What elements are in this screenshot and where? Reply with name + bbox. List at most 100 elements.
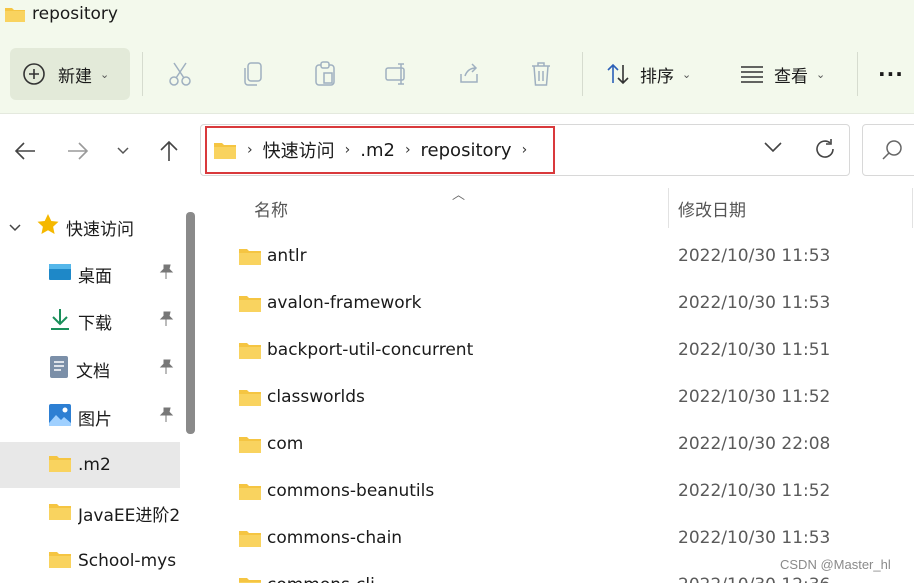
file-date: 2022/10/30 11:53 <box>678 528 831 548</box>
breadcrumb-item[interactable]: repository <box>421 140 512 161</box>
file-name: commons-chain <box>267 528 403 548</box>
sidebar-item-javaee[interactable]: JavaEE进阶2 <box>0 490 180 536</box>
breadcrumb-separator-icon: › <box>344 142 351 158</box>
breadcrumb-item[interactable]: .m2 <box>360 140 395 161</box>
folder-icon <box>48 501 72 525</box>
sidebar-item-label: School-mys <box>78 551 177 571</box>
file-name: com <box>267 434 304 454</box>
share-icon[interactable] <box>456 60 482 88</box>
breadcrumb-item[interactable]: 快速访问 <box>263 137 335 163</box>
sidebar-item-quick-access[interactable]: 快速访问 <box>0 204 180 250</box>
column-divider[interactable] <box>912 188 913 228</box>
window-title-bar: repository <box>0 0 914 28</box>
file-name: antlr <box>267 246 307 266</box>
sidebar-item-documents[interactable]: 文档 <box>0 346 180 392</box>
file-date: 2022/10/30 11:51 <box>678 340 831 360</box>
watermark: CSDN @Master_hl <box>780 557 891 572</box>
list-item[interactable]: classworlds 2022/10/30 11:52 <box>206 375 914 422</box>
chevron-down-icon: ⌄ <box>100 67 110 81</box>
folder-icon <box>238 434 262 458</box>
expand-chevron-icon[interactable] <box>8 218 22 237</box>
recent-locations-chevron-icon[interactable] <box>110 138 136 164</box>
toolbar-divider <box>142 52 143 96</box>
pin-icon[interactable] <box>158 264 174 284</box>
folder-icon <box>238 293 262 317</box>
column-header-date[interactable]: 修改日期 <box>678 196 746 221</box>
sidebar-item-label: 桌面 <box>78 266 112 287</box>
breadcrumb-separator-icon[interactable]: › <box>522 142 528 158</box>
search-icon <box>881 139 903 165</box>
sidebar-item-m2[interactable]: .m2 <box>0 442 180 488</box>
list-item[interactable]: commons-beanutils 2022/10/30 11:52 <box>206 469 914 516</box>
breadcrumb-separator-icon: › <box>247 142 253 158</box>
forward-arrow-icon[interactable] <box>65 138 91 164</box>
list-item[interactable]: avalon-framework 2022/10/30 11:53 <box>206 281 914 328</box>
folder-icon <box>238 340 262 364</box>
file-list: ︿ 名称 修改日期 antlr 2022/10/30 11:53 avalon-… <box>206 186 914 583</box>
sort-button[interactable]: 排序 ⌄ <box>606 58 691 90</box>
refresh-icon[interactable] <box>813 137 837 165</box>
breadcrumb: › 快速访问 › .m2 › repository › <box>205 126 555 174</box>
sidebar-item-school[interactable]: School-mys <box>0 538 180 583</box>
view-button-label: 查看 <box>774 66 808 87</box>
chevron-down-icon: ⌄ <box>816 67 826 81</box>
file-name: commons-cli <box>267 575 375 583</box>
sidebar-item-desktop[interactable]: 桌面 <box>0 251 180 297</box>
column-header-name[interactable]: 名称 <box>254 196 288 221</box>
folder-icon <box>48 453 72 477</box>
view-button[interactable]: 查看 ⌄ <box>740 58 825 90</box>
desktop-icon <box>48 262 72 286</box>
up-arrow-icon[interactable] <box>156 138 182 164</box>
column-divider[interactable] <box>668 188 669 228</box>
file-date: 2022/10/30 11:53 <box>678 293 831 313</box>
file-date: 2022/10/30 11:53 <box>678 246 831 266</box>
pin-icon[interactable] <box>158 407 174 427</box>
sidebar-item-label: 下载 <box>78 313 112 334</box>
list-item[interactable]: commons-chain 2022/10/30 11:53 <box>206 516 914 563</box>
sidebar-item-label: .m2 <box>78 455 111 475</box>
more-options-button[interactable]: ··· <box>878 62 904 86</box>
pin-icon[interactable] <box>158 359 174 379</box>
folder-icon <box>238 575 262 583</box>
sidebar-item-label: JavaEE进阶2 <box>78 505 180 526</box>
new-button[interactable]: 新建 ⌄ <box>10 48 130 100</box>
navigation-pane: 快速访问 桌面 下载 文档 图片 .m2 JavaEE进阶2 School-my… <box>0 186 180 583</box>
plus-circle-icon <box>23 63 45 85</box>
file-date: 2022/10/30 22:08 <box>678 434 831 454</box>
sidebar-item-pictures[interactable]: 图片 <box>0 394 180 440</box>
sidebar-scrollbar-thumb[interactable] <box>186 212 195 434</box>
column-header-row: ︿ 名称 修改日期 <box>206 186 914 230</box>
list-item[interactable]: com 2022/10/30 22:08 <box>206 422 914 469</box>
pin-icon[interactable] <box>158 311 174 331</box>
file-date: 2022/10/30 11:52 <box>678 481 831 501</box>
toolbar-divider <box>582 52 583 96</box>
file-name: classworlds <box>267 387 365 407</box>
document-icon <box>48 355 70 383</box>
list-item[interactable]: antlr 2022/10/30 11:53 <box>206 234 914 281</box>
new-button-label: 新建 <box>58 66 92 87</box>
back-arrow-icon[interactable] <box>12 138 38 164</box>
breadcrumb-separator-icon: › <box>404 142 411 158</box>
address-history-chevron-icon[interactable] <box>763 139 783 158</box>
command-bar: 新建 ⌄ 排序 ⌄ 查看 ⌄ ··· <box>0 28 914 114</box>
folder-icon <box>5 8 25 22</box>
delete-icon[interactable] <box>528 60 554 88</box>
paste-icon[interactable] <box>312 60 338 88</box>
rename-icon[interactable] <box>384 60 410 88</box>
sidebar-item-label: 图片 <box>78 409 112 430</box>
list-item[interactable]: backport-util-concurrent 2022/10/30 11:5… <box>206 328 914 375</box>
sort-button-label: 排序 <box>640 66 674 87</box>
picture-icon <box>48 403 72 431</box>
sidebar-item-downloads[interactable]: 下载 <box>0 298 180 344</box>
cut-icon[interactable] <box>167 60 193 88</box>
folder-icon <box>238 481 262 505</box>
folder-icon <box>238 387 262 411</box>
copy-icon[interactable] <box>240 60 266 88</box>
folder-icon <box>48 549 72 573</box>
sort-arrows-icon <box>607 63 629 85</box>
address-bar[interactable]: › 快速访问 › .m2 › repository › <box>200 124 850 176</box>
search-box[interactable] <box>862 124 914 176</box>
sort-ascending-icon: ︿ <box>452 188 466 203</box>
folder-icon <box>238 246 262 270</box>
file-date: 2022/10/30 12:36 <box>678 575 830 583</box>
